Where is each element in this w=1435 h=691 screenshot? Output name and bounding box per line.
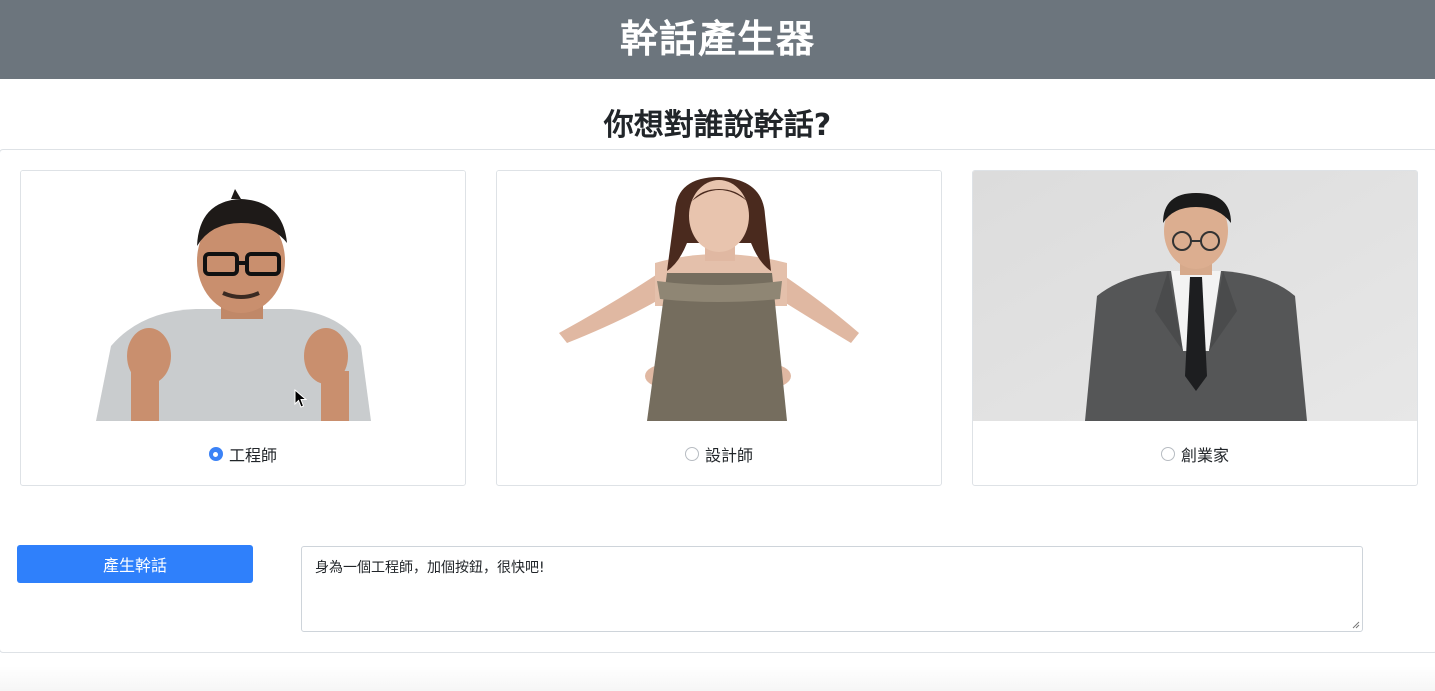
option-founder[interactable]: 創業家 [973, 442, 1417, 466]
question-heading: 你想對誰說幹話? [603, 108, 832, 143]
radio-engineer[interactable] [208, 447, 223, 461]
generated-text-area[interactable]: 身為一個工程師，加個按鈕，很快吧! [301, 546, 1363, 632]
footer-gradient [0, 666, 1435, 691]
option-designer[interactable]: 設計師 [497, 442, 941, 466]
option-engineer[interactable]: 工程師 [21, 442, 465, 466]
option-label-founder: 創業家 [1180, 446, 1229, 465]
option-card-designer[interactable]: 設計師 [496, 170, 942, 486]
option-card-founder[interactable]: 創業家 [972, 170, 1418, 486]
generate-button[interactable]: 產生幹話 [17, 545, 253, 583]
app-title: 幹話產生器 [619, 17, 815, 61]
designer-photo [497, 171, 941, 421]
option-label-engineer: 工程師 [228, 446, 277, 465]
radio-designer[interactable] [684, 447, 699, 461]
radio-founder[interactable] [1160, 447, 1175, 461]
resize-grip-icon[interactable] [1352, 621, 1360, 629]
option-label-designer: 設計師 [704, 446, 753, 465]
option-card-engineer[interactable]: 工程師 [20, 170, 466, 486]
app-header: 幹話產生器 [0, 0, 1435, 79]
mouse-cursor-icon [294, 389, 308, 408]
founder-photo [973, 171, 1417, 421]
generated-text: 身為一個工程師，加個按鈕，很快吧! [315, 560, 545, 576]
engineer-photo [21, 171, 465, 421]
